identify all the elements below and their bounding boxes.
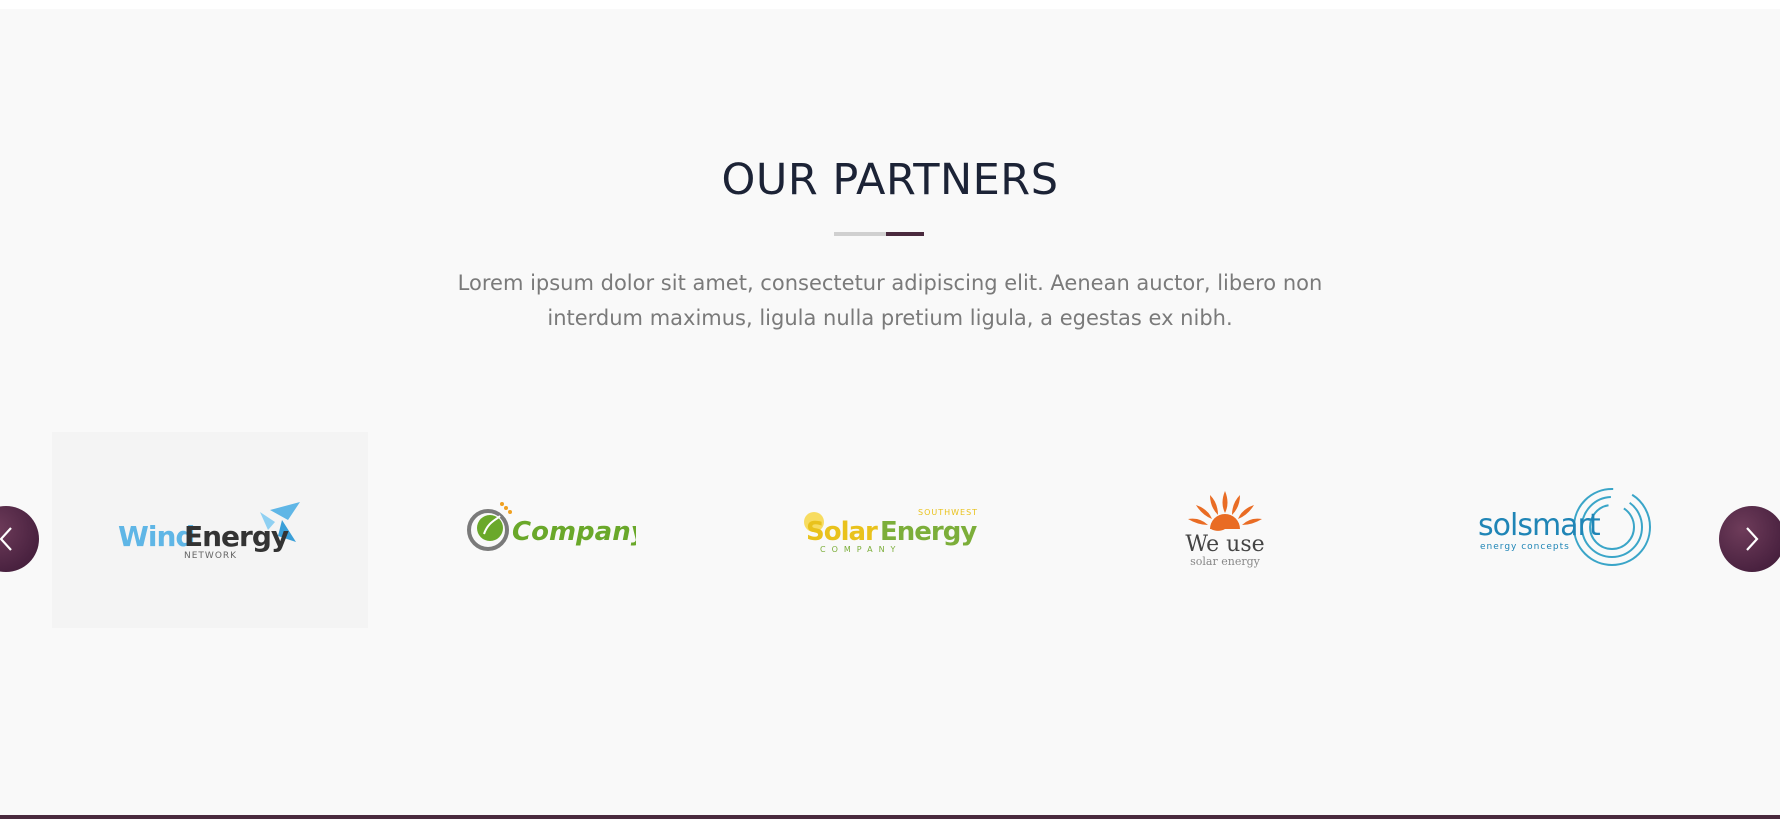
footer-top-border [0, 815, 1780, 819]
svg-text:Company: Company [512, 517, 636, 547]
svg-text:We use: We use [1185, 532, 1264, 557]
divider-accent-segment [886, 232, 924, 236]
title-divider [834, 232, 924, 236]
svg-text:solsmart: solsmart [1478, 508, 1601, 543]
partner-logo-solsmart[interactable]: solsmart energy concepts [1404, 432, 1720, 628]
chevron-right-icon [1746, 527, 1759, 551]
svg-text:SOUTHWEST: SOUTHWEST [918, 508, 978, 517]
svg-text:solar energy: solar energy [1190, 555, 1261, 568]
partners-section [0, 9, 1780, 815]
section-title: OUR PARTNERS [721, 155, 1059, 205]
leaf-globe-icon [467, 502, 512, 551]
windenergy-logo: Wind Energy NETWORK [118, 502, 300, 561]
divider-grey-segment [834, 232, 886, 236]
partners-carousel: Wind Energy NETWORK Company Solar Energy… [0, 432, 1780, 632]
sunburst-icon [1188, 491, 1262, 531]
svg-text:Energy: Energy [184, 520, 289, 553]
company-logo: Company [467, 502, 636, 551]
chevron-left-icon [0, 527, 12, 551]
weuse-logo: We use solar energy [1185, 491, 1265, 568]
svg-text:energy concepts: energy concepts [1480, 542, 1570, 552]
solarenergy-logo: Solar Energy SOUTHWEST COMPANY [804, 508, 978, 554]
carousel-next-button[interactable] [1719, 506, 1780, 572]
partner-logo-weuse[interactable]: We use solar energy [1067, 432, 1383, 628]
svg-text:Wind: Wind [118, 520, 194, 553]
svg-text:Energy: Energy [880, 517, 977, 547]
svg-text:COMPANY: COMPANY [820, 545, 901, 554]
section-description: Lorem ipsum dolor sit amet, consectetur … [457, 271, 1323, 330]
partner-logo-solarenergy[interactable]: Solar Energy SOUTHWEST COMPANY [730, 432, 1046, 628]
solsmart-logo: solsmart energy concepts [1478, 488, 1651, 566]
svg-text:Solar: Solar [806, 517, 878, 547]
partner-logo-company[interactable]: Company [393, 432, 709, 628]
partner-logo-windenergy[interactable]: Wind Energy NETWORK [52, 432, 368, 628]
svg-text:NETWORK: NETWORK [184, 551, 237, 561]
